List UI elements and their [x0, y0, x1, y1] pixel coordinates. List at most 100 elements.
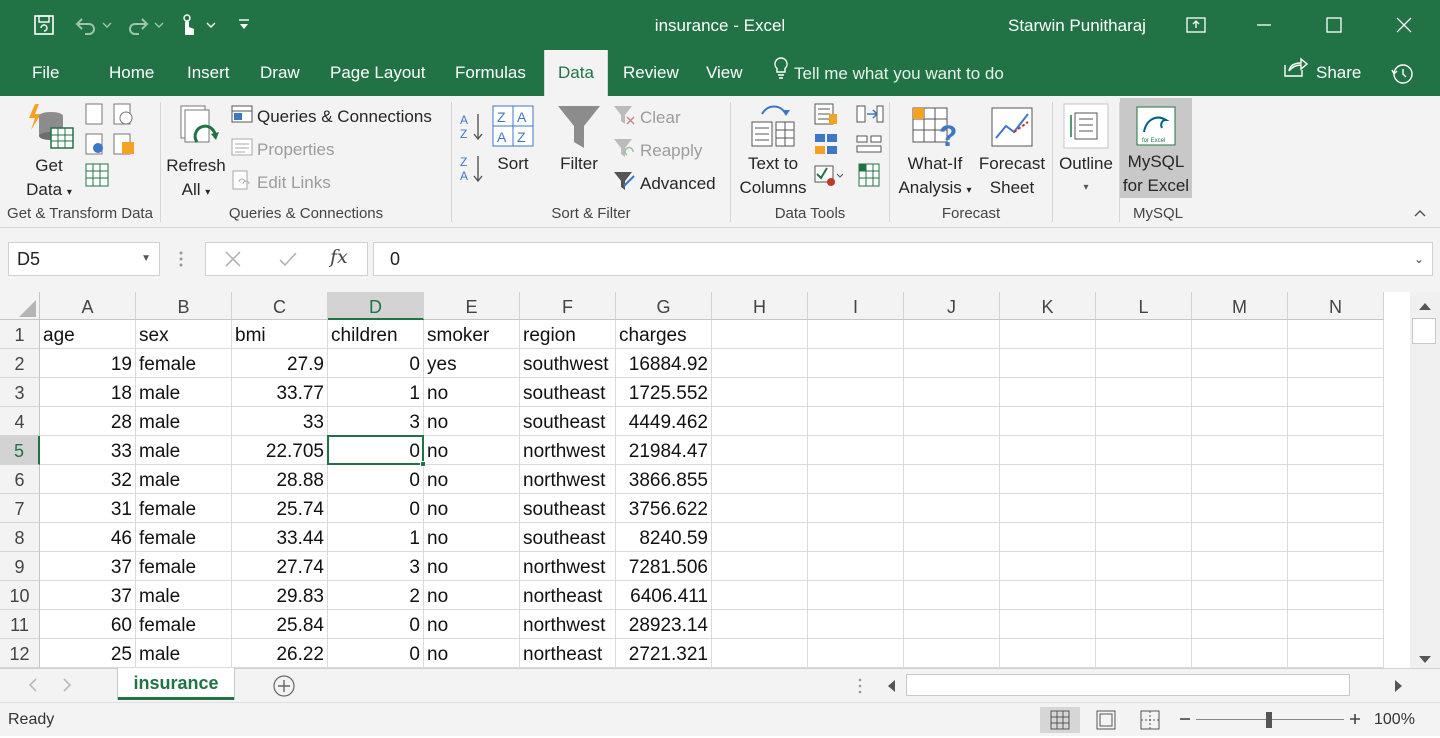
scroll-right-icon[interactable] [1394, 679, 1404, 698]
table-cell[interactable]: 60 [40, 610, 136, 639]
table-cell[interactable]: 2721.321 [616, 639, 712, 668]
table-cell[interactable]: 1 [328, 523, 424, 552]
table-cell[interactable]: no [424, 407, 520, 436]
scroll-up-icon[interactable] [1418, 298, 1432, 316]
column-header-i[interactable]: I [808, 292, 904, 320]
empty-cell[interactable] [1096, 407, 1192, 436]
empty-cell[interactable] [904, 465, 1000, 494]
row-header[interactable]: 5 [0, 436, 40, 465]
empty-cell[interactable] [808, 349, 904, 378]
table-cell[interactable]: no [424, 523, 520, 552]
table-cell[interactable]: no [424, 552, 520, 581]
empty-cell[interactable] [1288, 378, 1384, 407]
page-break-view-icon[interactable] [1130, 707, 1170, 733]
table-cell[interactable]: female [136, 552, 232, 581]
empty-cell[interactable] [1096, 465, 1192, 494]
empty-cell[interactable] [904, 639, 1000, 668]
row-header[interactable]: 12 [0, 639, 40, 668]
table-cell[interactable]: 37 [40, 581, 136, 610]
table-cell[interactable]: 26.22 [232, 639, 328, 668]
table-cell[interactable]: 27.74 [232, 552, 328, 581]
table-cell[interactable]: male [136, 465, 232, 494]
table-cell[interactable]: male [136, 436, 232, 465]
table-cell[interactable]: no [424, 610, 520, 639]
vertical-scroll-thumb[interactable] [1412, 318, 1436, 344]
empty-cell[interactable] [904, 320, 1000, 349]
empty-cell[interactable] [712, 349, 808, 378]
tab-formulas[interactable]: Formulas [449, 50, 532, 96]
empty-cell[interactable] [904, 610, 1000, 639]
empty-cell[interactable] [808, 320, 904, 349]
table-cell[interactable]: 4449.462 [616, 407, 712, 436]
empty-cell[interactable] [808, 465, 904, 494]
empty-cell[interactable] [904, 581, 1000, 610]
empty-cell[interactable] [1192, 349, 1288, 378]
empty-cell[interactable] [808, 378, 904, 407]
scroll-left-icon[interactable] [886, 679, 896, 698]
table-cell[interactable]: male [136, 378, 232, 407]
empty-cell[interactable] [1096, 436, 1192, 465]
empty-cell[interactable] [1096, 320, 1192, 349]
table-cell[interactable]: female [136, 610, 232, 639]
table-cell[interactable]: 0 [328, 349, 424, 378]
empty-cell[interactable] [1288, 320, 1384, 349]
empty-cell[interactable] [712, 378, 808, 407]
empty-cell[interactable] [904, 349, 1000, 378]
empty-cell[interactable] [1288, 552, 1384, 581]
empty-cell[interactable] [712, 639, 808, 668]
table-cell[interactable]: female [136, 523, 232, 552]
empty-cell[interactable] [1288, 523, 1384, 552]
vertical-scrollbar[interactable] [1410, 292, 1440, 668]
empty-cell[interactable] [1000, 320, 1096, 349]
prev-sheet-icon[interactable] [28, 678, 38, 697]
page-layout-view-icon[interactable] [1086, 707, 1126, 733]
table-cell[interactable]: 19 [40, 349, 136, 378]
row-header[interactable]: 6 [0, 465, 40, 494]
table-cell[interactable]: 3 [328, 407, 424, 436]
empty-cell[interactable] [1096, 610, 1192, 639]
table-cell[interactable]: 8240.59 [616, 523, 712, 552]
table-cell[interactable]: 33.44 [232, 523, 328, 552]
column-header-b[interactable]: B [136, 292, 232, 320]
insert-function-icon[interactable]: fx [330, 246, 348, 268]
table-cell[interactable]: 25 [40, 639, 136, 668]
forecast-sheet-button[interactable]: Forecast Sheet [976, 104, 1048, 200]
table-cell[interactable]: southeast [520, 378, 616, 407]
queries-connections-button[interactable]: Queries & Connections [231, 104, 432, 129]
empty-cell[interactable] [1288, 494, 1384, 523]
table-cell[interactable]: northeast [520, 639, 616, 668]
row-header[interactable]: 2 [0, 349, 40, 378]
table-cell[interactable]: 31 [40, 494, 136, 523]
empty-cell[interactable] [1000, 465, 1096, 494]
table-cell[interactable]: 0 [328, 610, 424, 639]
empty-cell[interactable] [808, 436, 904, 465]
empty-cell[interactable] [808, 494, 904, 523]
table-cell[interactable]: 0 [328, 494, 424, 523]
header-cell[interactable]: age [40, 320, 136, 349]
empty-cell[interactable] [1096, 552, 1192, 581]
column-header-l[interactable]: L [1096, 292, 1192, 320]
tab-review[interactable]: Review [617, 50, 685, 96]
row-header[interactable]: 4 [0, 407, 40, 436]
table-cell[interactable]: 3756.622 [616, 494, 712, 523]
table-cell[interactable]: no [424, 436, 520, 465]
table-cell[interactable]: northwest [520, 436, 616, 465]
column-header-d[interactable]: D [328, 292, 424, 320]
row-header[interactable]: 7 [0, 494, 40, 523]
worksheet-grid[interactable]: ABCDEFGHIJKLMN 1 age sex bmi children smoker r… [0, 292, 1410, 668]
table-cell[interactable]: male [136, 639, 232, 668]
zoom-out-icon[interactable] [1178, 712, 1192, 731]
table-cell[interactable]: 18 [40, 378, 136, 407]
table-cell[interactable]: southeast [520, 494, 616, 523]
row-header[interactable]: 10 [0, 581, 40, 610]
collapse-ribbon-icon[interactable] [1412, 205, 1428, 221]
table-cell[interactable]: 6406.411 [616, 581, 712, 610]
empty-cell[interactable] [712, 523, 808, 552]
minimize-icon[interactable] [1252, 13, 1276, 37]
empty-cell[interactable] [1192, 552, 1288, 581]
share-button[interactable]: Share [1282, 50, 1361, 96]
empty-cell[interactable] [904, 436, 1000, 465]
header-cell[interactable]: bmi [232, 320, 328, 349]
empty-cell[interactable] [1096, 494, 1192, 523]
table-cell[interactable]: 0 [328, 465, 424, 494]
